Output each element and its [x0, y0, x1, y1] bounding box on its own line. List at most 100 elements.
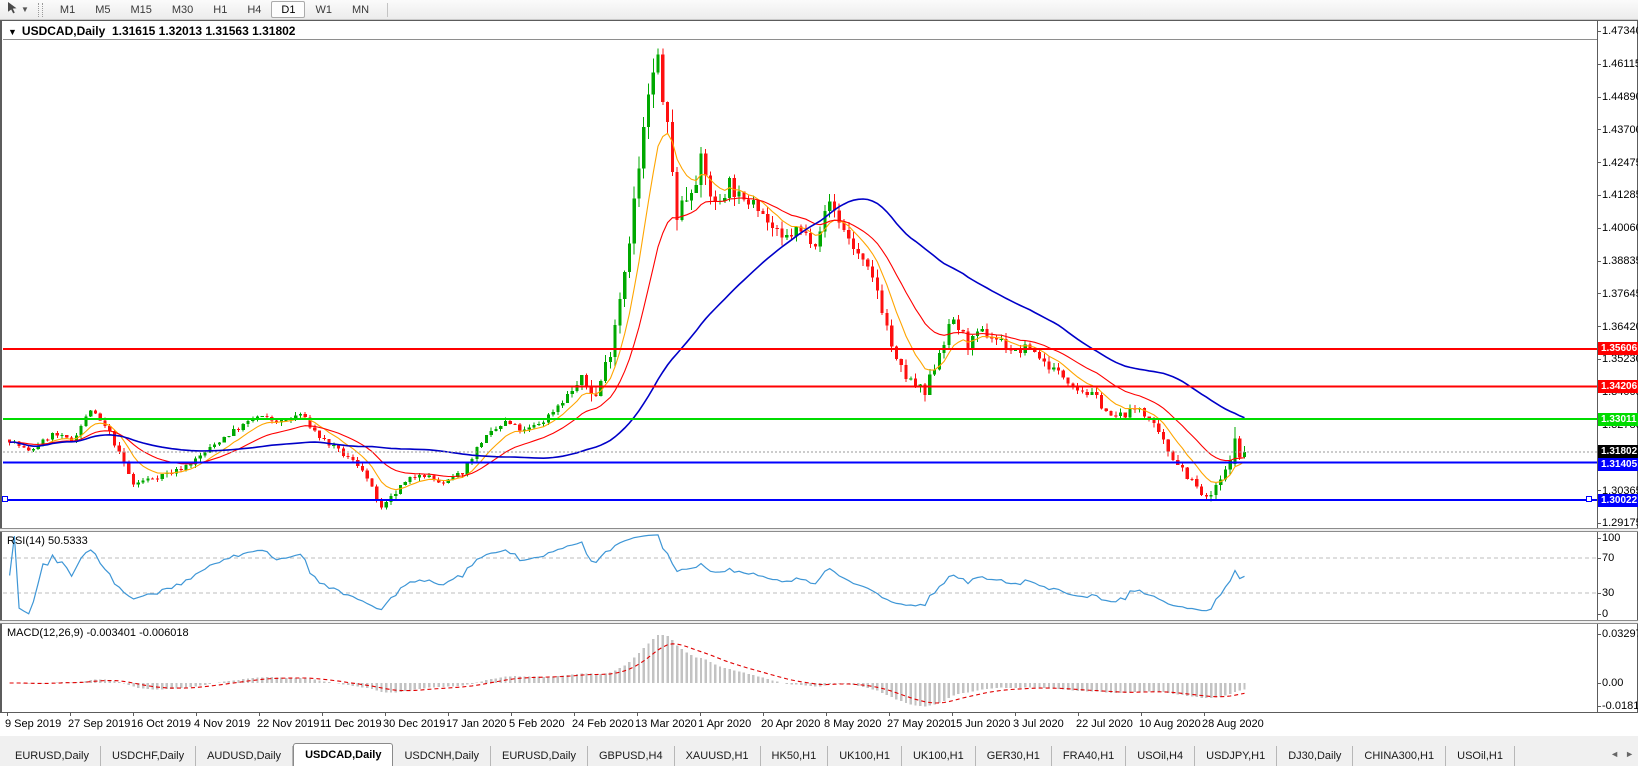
date-tick — [1204, 713, 1205, 716]
chart-tab-uk100-h1[interactable]: UK100,H1 — [828, 746, 902, 766]
price-axis-tick — [1597, 228, 1601, 229]
timeframe-button-d1[interactable]: D1 — [271, 1, 305, 18]
chart-cursor-tool-button[interactable]: ▼ — [2, 1, 33, 19]
timeframe-button-w1[interactable]: W1 — [305, 1, 342, 18]
rsi-axis-tick — [1597, 538, 1601, 539]
chart-tab-dj30-daily[interactable]: DJ30,Daily — [1277, 746, 1353, 766]
chart-title: ▼USDCAD,Daily 1.31615 1.32013 1.31563 1.… — [8, 24, 295, 38]
level-price-tag: 1.30022 — [1598, 494, 1638, 507]
panel-splitter-macd[interactable] — [0, 620, 1638, 624]
date-tick — [322, 713, 323, 716]
date-label: 27 May 2020 — [887, 718, 951, 730]
level-price-tag: 1.31802 — [1598, 445, 1638, 458]
date-label: 9 Sep 2019 — [5, 718, 61, 730]
chart-tab-usdcad-daily[interactable]: USDCAD,Daily — [293, 743, 393, 766]
chart-tab-bar: EURUSD,DailyUSDCHF,DailyAUDUSD,DailyUSDC… — [0, 738, 1638, 766]
candles-layer[interactable] — [8, 49, 1246, 510]
chart-tab-fra40-h1[interactable]: FRA40,H1 — [1052, 746, 1126, 766]
collapse-chart-icon[interactable]: ▼ — [8, 27, 17, 37]
chart-tab-usdjpy-h1[interactable]: USDJPY,H1 — [1195, 746, 1277, 766]
toolbar-separator — [387, 3, 388, 17]
level-price-tag: 1.33011 — [1598, 413, 1638, 426]
date-label: 3 Jul 2020 — [1013, 718, 1064, 730]
timeframe-button-m5[interactable]: M5 — [85, 1, 120, 18]
date-label: 22 Jul 2020 — [1076, 718, 1133, 730]
macd-axis-tick — [1597, 706, 1601, 707]
chart-tab-eurusd-daily[interactable]: EURUSD,Daily — [491, 746, 588, 766]
price-axis-label: 1.43700 — [1602, 124, 1638, 136]
time-axis[interactable]: 9 Sep 201927 Sep 201916 Oct 20194 Nov 20… — [0, 712, 1638, 736]
hline-drag-handle[interactable] — [2, 496, 8, 502]
price-axis-line — [1597, 21, 1598, 712]
date-tick — [133, 713, 134, 716]
price-axis-tick — [1597, 97, 1601, 98]
macd-label: MACD(12,26,9) -0.003401 -0.006018 — [7, 627, 189, 639]
price-axis-tick — [1597, 162, 1601, 163]
date-label: 1 Apr 2020 — [698, 718, 751, 730]
chart-tab-uk100-h1[interactable]: UK100,H1 — [902, 746, 976, 766]
price-axis-label: 1.46115 — [1602, 58, 1638, 70]
macd-signal-line — [10, 644, 1245, 703]
date-label: 11 Dec 2019 — [320, 718, 382, 730]
chart-tab-china300-h1[interactable]: CHINA300,H1 — [1353, 746, 1446, 766]
date-tick — [7, 713, 8, 716]
rsi-axis-label: 0 — [1602, 608, 1608, 620]
rsi-line — [10, 535, 1245, 614]
date-tick — [952, 713, 953, 716]
price-axis-tick — [1597, 129, 1601, 130]
macd-axis-label: -0.018154 — [1602, 700, 1638, 712]
timeframe-button-m30[interactable]: M30 — [162, 1, 203, 18]
date-tick — [763, 713, 764, 716]
date-label: 4 Nov 2019 — [194, 718, 250, 730]
price-axis-tick — [1597, 359, 1601, 360]
price-axis-label: 1.41285 — [1602, 189, 1638, 201]
chart-tab-usdchf-daily[interactable]: USDCHF,Daily — [101, 746, 196, 766]
timeframe-button-h1[interactable]: H1 — [203, 1, 237, 18]
date-tick — [259, 713, 260, 716]
chart-tabs: EURUSD,DailyUSDCHF,DailyAUDUSD,DailyUSDC… — [0, 742, 1606, 766]
price-chart-canvas[interactable] — [0, 21, 1638, 528]
price-axis-label: 1.40060 — [1602, 222, 1638, 234]
chart-tab-audusd-daily[interactable]: AUDUSD,Daily — [196, 746, 293, 766]
ma-line-20 — [10, 198, 1245, 477]
chart-tab-gbpusd-h4[interactable]: GBPUSD,H4 — [588, 746, 675, 766]
price-axis-label: 1.42475 — [1602, 157, 1638, 169]
date-tick — [1141, 713, 1142, 716]
chart-tab-usdcnh-daily[interactable]: USDCNH,Daily — [393, 746, 491, 766]
date-label: 16 Oct 2019 — [131, 718, 191, 730]
date-tick — [70, 713, 71, 716]
macd-axis-label: 0.00 — [1602, 677, 1623, 689]
chart-tab-hk50-h1[interactable]: HK50,H1 — [761, 746, 829, 766]
price-axis-tick — [1597, 523, 1601, 524]
chart-tab-usoil-h4[interactable]: USOil,H4 — [1126, 746, 1195, 766]
chart-tab-usoil-h1[interactable]: USOil,H1 — [1446, 746, 1515, 766]
tab-scroll-right-icon[interactable]: ► — [1625, 749, 1634, 759]
tab-scroll-left-icon[interactable]: ◄ — [1610, 749, 1619, 759]
panel-splitter-rsi[interactable] — [0, 528, 1638, 532]
date-tick — [448, 713, 449, 716]
date-label: 28 Aug 2020 — [1202, 718, 1264, 730]
hline-drag-handle[interactable] — [1586, 496, 1592, 502]
chart-tab-eurusd-daily[interactable]: EURUSD,Daily — [4, 746, 101, 766]
title-underline — [3, 39, 1597, 40]
timeframe-button-m15[interactable]: M15 — [120, 1, 161, 18]
chart-tab-xauusd-h1[interactable]: XAUUSD,H1 — [675, 746, 761, 766]
timeframe-button-h4[interactable]: H4 — [237, 1, 271, 18]
price-axis-label: 1.38835 — [1602, 255, 1638, 267]
timeframe-buttons: M1M5M15M30H1H4D1W1MN — [50, 1, 379, 18]
timeframe-button-m1[interactable]: M1 — [50, 1, 85, 18]
ma-line-8 — [10, 133, 1245, 489]
date-label: 13 Mar 2020 — [635, 718, 697, 730]
date-label: 8 May 2020 — [824, 718, 881, 730]
timeframe-button-mn[interactable]: MN — [342, 1, 379, 18]
macd-panel-canvas[interactable] — [0, 624, 1638, 712]
date-tick — [637, 713, 638, 716]
rsi-panel-canvas[interactable] — [0, 532, 1638, 620]
macd-axis-label: 0.032972 — [1602, 628, 1638, 640]
date-label: 5 Feb 2020 — [509, 718, 565, 730]
price-axis-label: 1.37645 — [1602, 288, 1638, 300]
rsi-axis-tick — [1597, 558, 1601, 559]
chart-ohlc-values: 1.31615 1.32013 1.31563 1.31802 — [112, 24, 296, 38]
chart-tab-ger30-h1[interactable]: GER30,H1 — [976, 746, 1052, 766]
price-axis-tick — [1597, 64, 1601, 65]
